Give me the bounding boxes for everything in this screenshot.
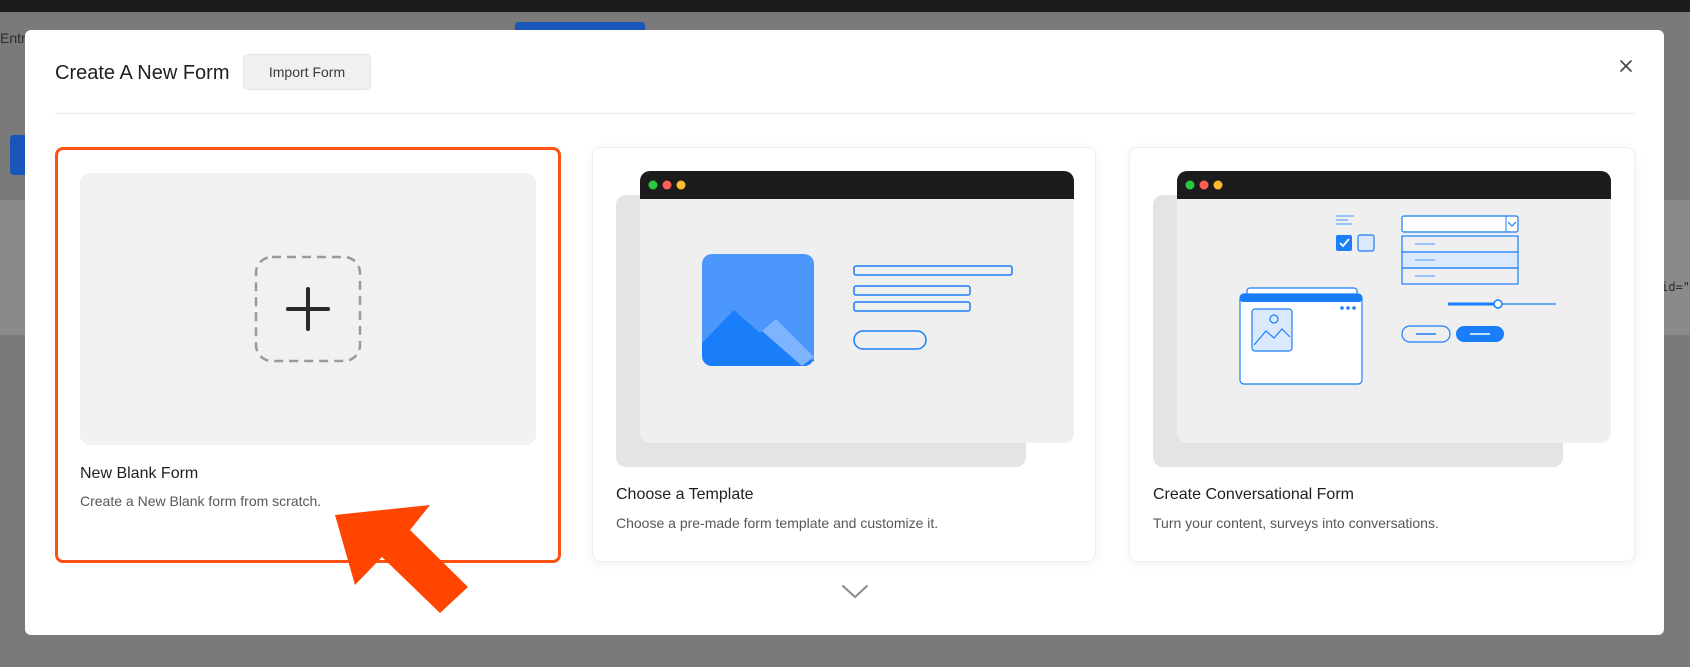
show-more-button[interactable] [840, 583, 870, 606]
card-description: Choose a pre-made form template and cust… [616, 515, 939, 531]
header-divider [55, 113, 1635, 114]
conversational-illustration [1153, 171, 1611, 467]
annotation-arrow-icon [335, 505, 468, 613]
card-title: Create Conversational Form [1153, 486, 1354, 503]
create-form-modal: Create A New Form Import Form New Blank … [25, 30, 1664, 635]
close-button[interactable] [1610, 50, 1642, 82]
choose-template-card[interactable]: Choose a Template Choose a pre-made form… [592, 147, 1096, 562]
card-title: New Blank Form [80, 465, 199, 482]
blank-form-illustration [80, 173, 536, 445]
modal-title: Create A New Form [55, 62, 230, 84]
template-illustration [616, 171, 1074, 467]
import-form-button[interactable]: Import Form [243, 54, 371, 90]
new-blank-form-card[interactable]: New Blank Form Create a New Blank form f… [55, 147, 561, 563]
conversational-form-card[interactable]: Create Conversational Form Turn your con… [1129, 147, 1635, 562]
top-bar [0, 0, 1690, 12]
background-code-text: id=" [1661, 280, 1690, 294]
card-description: Create a New Blank form from scratch. [80, 493, 322, 509]
chevron-down-icon [842, 585, 868, 599]
close-icon [1620, 60, 1632, 72]
card-description: Turn your content, surveys into conversa… [1153, 515, 1439, 531]
card-title: Choose a Template [616, 486, 754, 503]
